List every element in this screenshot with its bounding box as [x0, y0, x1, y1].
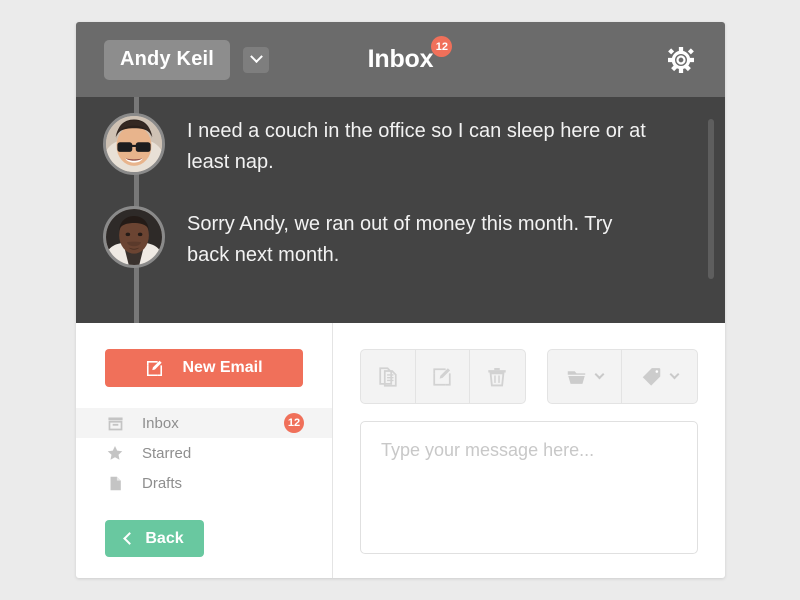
- compose-icon: [433, 367, 452, 386]
- user-menu-dropdown-button[interactable]: [243, 46, 270, 73]
- message-item: Sorry Andy, we ran out of money this mon…: [76, 178, 725, 271]
- sidebar-item-label: Starred: [142, 444, 192, 462]
- chevron-down-icon: [594, 369, 605, 380]
- sidebar-item-label: Drafts: [142, 474, 183, 492]
- avatar-man-dark-skin-icon: [106, 209, 162, 265]
- edit-button[interactable]: [416, 350, 471, 403]
- chevron-down-icon: [669, 369, 680, 380]
- chevron-down-icon: [249, 50, 263, 64]
- back-button[interactable]: Back: [105, 520, 204, 557]
- copy-documents-icon: [379, 366, 397, 387]
- chevron-left-icon: [123, 532, 137, 545]
- dropdown-button-group: [546, 349, 698, 404]
- back-label: Back: [145, 529, 184, 547]
- new-email-button[interactable]: New Email: [105, 349, 303, 387]
- compose-panel: Type your message here...: [333, 323, 725, 578]
- avatar-man-with-glasses-icon: [106, 116, 162, 172]
- move-to-folder-dropdown[interactable]: [548, 350, 623, 403]
- document-icon: [106, 474, 124, 492]
- page-title: Inbox: [367, 45, 434, 73]
- message-input[interactable]: Type your message here...: [360, 421, 698, 554]
- sidebar: New Email Inbox 12 Starred Drafts Back: [76, 323, 333, 578]
- user-name-chip[interactable]: Andy Keil: [104, 39, 231, 80]
- app-header: Andy Keil Inbox 12: [76, 22, 725, 97]
- copy-button[interactable]: [361, 350, 416, 403]
- settings-button[interactable]: [665, 44, 697, 76]
- compose-toolbar: [360, 349, 698, 404]
- sidebar-nav-list: Inbox 12 Starred Drafts: [76, 408, 332, 498]
- title-unread-badge: 12: [431, 36, 453, 57]
- star-icon: [106, 444, 124, 462]
- tag-icon: [642, 368, 661, 386]
- email-app-window: Andy Keil Inbox 12 I need a couch in the…: [76, 22, 725, 578]
- avatar: [103, 113, 165, 175]
- sidebar-item-label: Inbox: [142, 414, 179, 432]
- scrollbar-thumb[interactable]: [708, 119, 714, 279]
- sidebar-item-drafts[interactable]: Drafts: [76, 468, 332, 498]
- tag-dropdown[interactable]: [622, 350, 697, 403]
- message-text: Sorry Andy, we ran out of money this mon…: [187, 213, 613, 266]
- trash-icon: [488, 367, 507, 386]
- folder-icon: [567, 371, 586, 384]
- conversation-panel[interactable]: I need a couch in the office so I can sl…: [76, 97, 725, 323]
- inbox-unread-badge: 12: [284, 413, 304, 433]
- delete-button[interactable]: [470, 350, 525, 403]
- new-email-label: New Email: [182, 359, 263, 376]
- message-text: I need a couch in the office so I can sl…: [187, 120, 646, 173]
- gear-icon: [668, 46, 694, 73]
- compose-icon: [147, 360, 163, 376]
- app-body: New Email Inbox 12 Starred Drafts Back T…: [76, 323, 725, 578]
- action-button-group: [360, 349, 526, 404]
- inbox-tray-icon: [106, 414, 124, 432]
- sidebar-item-inbox[interactable]: Inbox 12: [76, 408, 332, 438]
- avatar: [103, 206, 165, 268]
- sidebar-item-starred[interactable]: Starred: [76, 438, 332, 468]
- conversation-scrollbar[interactable]: [708, 119, 714, 303]
- message-item: I need a couch in the office so I can sl…: [76, 97, 725, 178]
